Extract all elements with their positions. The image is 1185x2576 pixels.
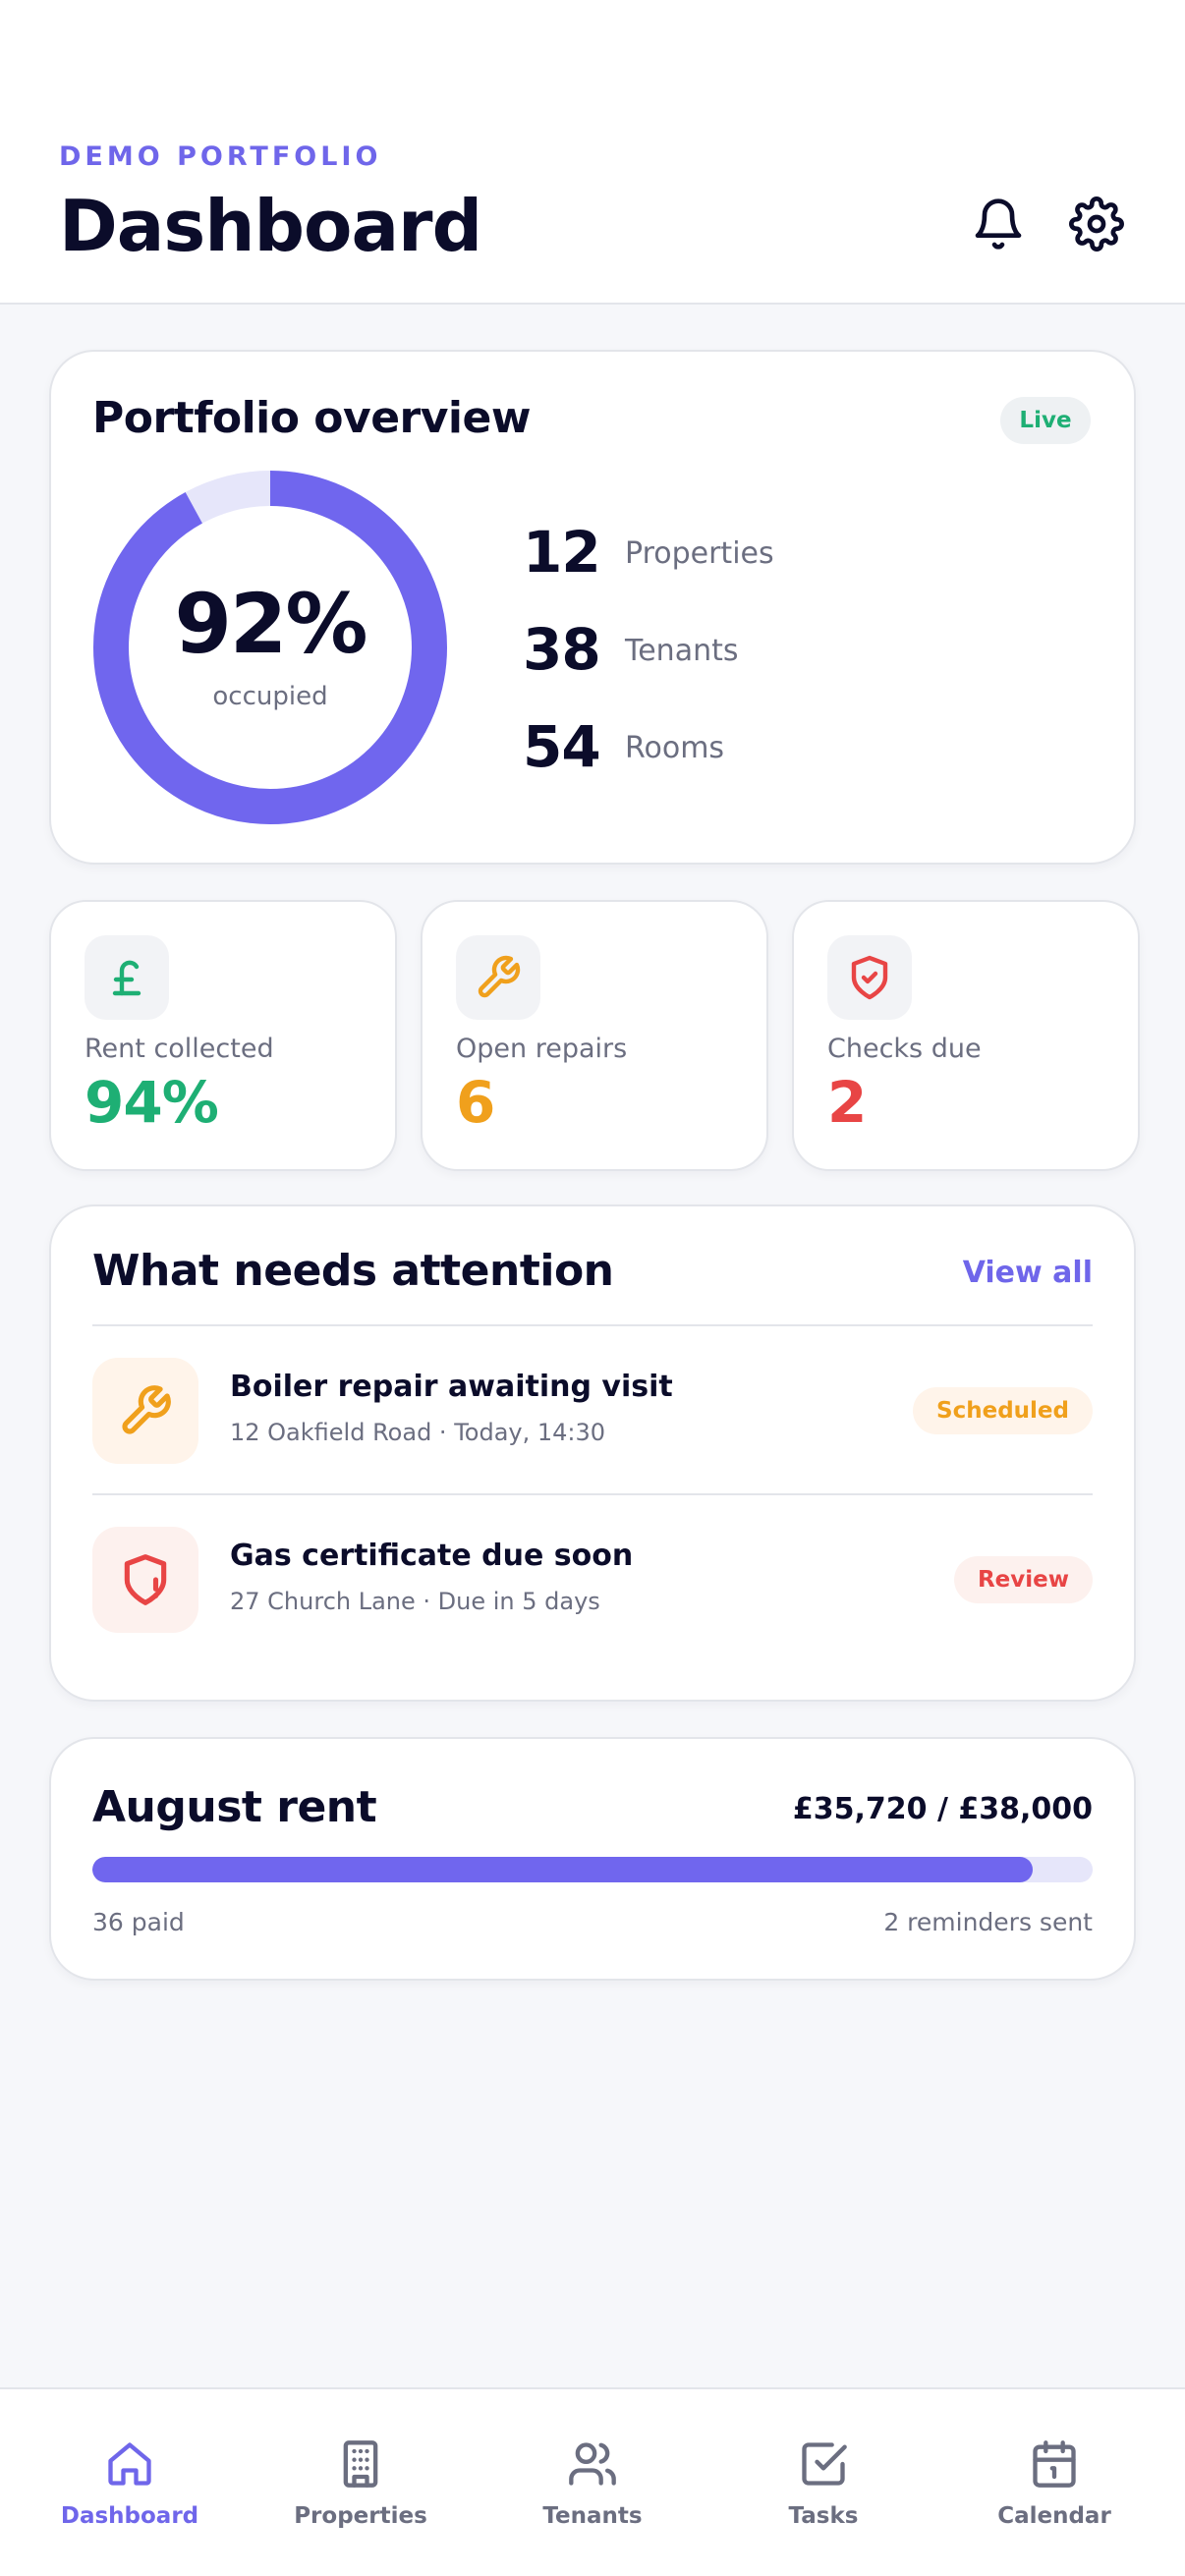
- nav-tasks[interactable]: Tasks: [725, 2389, 922, 2576]
- metric-label: Rent collected: [85, 1034, 274, 1064]
- checkbox-icon: [802, 2442, 847, 2486]
- rent-amount: £35,720 / £38,000: [792, 1792, 1093, 1826]
- occupancy-percent: 92%: [174, 576, 367, 672]
- nav-label: Properties: [294, 2503, 427, 2529]
- nav-dashboard[interactable]: Dashboard: [31, 2389, 228, 2576]
- rent-progress-bar: [92, 1857, 1093, 1882]
- bell-icon: [975, 198, 1022, 250]
- divider: [92, 1324, 1093, 1326]
- rent-collected-card[interactable]: Rent collected 94%: [49, 900, 397, 1171]
- metric-icon-box: [827, 935, 912, 1020]
- home-icon: [108, 2442, 151, 2486]
- attention-item-subtitle: 12 Oakfield Road · Today, 14:30: [230, 1419, 606, 1446]
- nav-tenants[interactable]: Tenants: [494, 2389, 691, 2576]
- attention-icon-box: [92, 1358, 198, 1464]
- app-header: DEMO PORTFOLIO Dashboard: [0, 0, 1185, 305]
- attention-item-gas-certificate[interactable]: Gas certificate due soon 27 Church Lane …: [92, 1527, 1093, 1633]
- notifications-button[interactable]: [967, 193, 1030, 255]
- nav-label: Dashboard: [60, 2503, 199, 2529]
- page-title: Dashboard: [59, 185, 482, 267]
- attention-item-title: Gas certificate due soon: [230, 1539, 634, 1573]
- nav-label: Tasks: [788, 2503, 859, 2529]
- stat-tenants: 38 Tenants: [523, 616, 916, 685]
- nav-calendar[interactable]: Calendar: [956, 2389, 1153, 2576]
- stat-value: 54: [523, 713, 601, 780]
- stat-label: Tenants: [625, 634, 739, 668]
- overview-title: Portfolio overview: [92, 393, 532, 443]
- nav-label: Calendar: [997, 2503, 1111, 2529]
- pound-icon: [112, 960, 141, 996]
- stat-rooms: 54 Rooms: [523, 713, 916, 782]
- calendar-icon: [1033, 2440, 1076, 2488]
- status-badge: Scheduled: [913, 1387, 1093, 1434]
- shield-alert-icon: [124, 1554, 167, 1605]
- rent-progress-fill: [92, 1857, 1033, 1882]
- stat-value: 38: [523, 616, 601, 683]
- building-icon: [343, 2440, 378, 2488]
- metric-label: Checks due: [827, 1034, 982, 1064]
- status-badge: Review: [953, 1556, 1093, 1603]
- stat-value: 12: [523, 519, 601, 586]
- rent-card[interactable]: August rent £35,720 / £38,000 36 paid 2 …: [49, 1737, 1136, 1981]
- checks-due-card[interactable]: Checks due 2: [792, 900, 1140, 1171]
- divider: [92, 1493, 1093, 1495]
- nav-properties[interactable]: Properties: [262, 2389, 459, 2576]
- metric-label: Open repairs: [456, 1034, 628, 1064]
- metric-value: 2: [827, 1069, 867, 1136]
- settings-button[interactable]: [1065, 193, 1128, 255]
- nav-label: Tenants: [542, 2503, 643, 2529]
- metric-icon-box: [456, 935, 540, 1020]
- portfolio-overview-card: Portfolio overview Live 92% occupied 12 …: [49, 350, 1136, 865]
- bottom-nav: Dashboard Properties Tenants Tasks Calen…: [0, 2387, 1185, 2576]
- users-icon: [569, 2442, 616, 2486]
- metric-value: 94%: [85, 1069, 219, 1136]
- rent-title: August rent: [92, 1782, 377, 1832]
- view-all-link[interactable]: View all: [963, 1256, 1093, 1290]
- gear-icon: [1069, 196, 1124, 252]
- wrench-icon: [478, 955, 521, 998]
- stat-properties: 12 Properties: [523, 519, 916, 588]
- wrench-icon: [122, 1385, 171, 1434]
- attention-item-title: Boiler repair awaiting visit: [230, 1370, 673, 1404]
- rent-reminders: 2 reminders sent: [883, 1908, 1093, 1936]
- attention-card: What needs attention View all Boiler rep…: [49, 1204, 1136, 1702]
- attention-item-subtitle: 27 Church Lane · Due in 5 days: [230, 1588, 600, 1615]
- open-repairs-card[interactable]: Open repairs 6: [421, 900, 768, 1171]
- rent-paid-count: 36 paid: [92, 1908, 185, 1936]
- occupancy-caption: occupied: [212, 682, 328, 711]
- stat-label: Rooms: [625, 731, 725, 765]
- metric-value: 6: [456, 1069, 495, 1136]
- attention-title: What needs attention: [92, 1246, 614, 1296]
- attention-item-boiler[interactable]: Boiler repair awaiting visit 12 Oakfield…: [92, 1358, 1093, 1464]
- live-badge: Live: [1000, 397, 1091, 444]
- metric-icon-box: [85, 935, 169, 1020]
- shield-check-icon: [851, 955, 888, 1000]
- attention-icon-box: [92, 1527, 198, 1633]
- stat-label: Properties: [625, 536, 774, 571]
- portfolio-label: DEMO PORTFOLIO: [59, 141, 382, 172]
